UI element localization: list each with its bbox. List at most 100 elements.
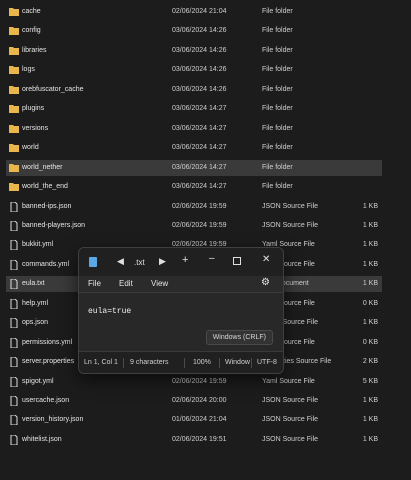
file-row[interactable]: plugins 03/06/2024 14:27 File folder — [6, 101, 382, 117]
file-date: 02/06/2024 19:59 — [172, 202, 227, 210]
text-editor-area[interactable]: eula=true Windows (CRLF) — [79, 292, 283, 353]
file-icon — [9, 201, 19, 212]
notepad-statusbar: Ln 1, Col 1 9 characters 100% Window UTF… — [79, 351, 283, 373]
file-date: 02/06/2024 19:59 — [172, 221, 227, 229]
file-date: 02/06/2024 19:51 — [172, 435, 227, 443]
file-icon — [9, 239, 19, 251]
file-size: 1 KB — [362, 416, 378, 424]
file-name: versions — [22, 124, 49, 132]
file-size: 1 KB — [362, 280, 378, 288]
new-tab-plus-icon[interactable]: + — [182, 254, 188, 266]
maximize-icon[interactable] — [233, 257, 241, 265]
file-row[interactable]: banned-players.json 02/06/2024 19:59 JSON … — [6, 218, 382, 234]
file-row[interactable]: world_nether 03/06/2024 14:27 File folder — [6, 159, 382, 176]
file-icon — [9, 395, 19, 407]
file-name: usercache.json — [22, 397, 70, 404]
file-size: 1 KB — [362, 260, 378, 268]
file-row[interactable]: libraries 03/06/2024 14:26 File folder — [6, 43, 382, 59]
file-date: 03/06/2024 14:26 — [172, 46, 227, 54]
file-type: File folder — [262, 46, 293, 54]
file-row[interactable]: logs 03/06/2024 14:26 File folder — [6, 62, 382, 78]
file-type: File folder — [262, 8, 293, 15]
status-position[interactable]: Ln 1, Col 1 — [84, 359, 118, 366]
file-icon — [9, 356, 19, 368]
file-name: ops.json — [22, 319, 49, 327]
file-row[interactable]: usercache.json 02/06/2024 20:00 JSON Sourc… — [6, 393, 382, 409]
file-type: File folder — [262, 66, 293, 74]
file-name: permissions.yml — [22, 338, 73, 346]
folder-icon — [9, 65, 19, 75]
file-row[interactable]: cache 02/06/2024 21:04 File folder — [6, 4, 382, 20]
file-icon — [9, 376, 19, 388]
file-name: world_the_end — [22, 183, 68, 191]
file-type: JSON Source File — [262, 416, 319, 424]
file-type: File folder — [262, 183, 293, 191]
file-name: plugins — [22, 105, 45, 113]
status-zoom[interactable]: 100% — [193, 359, 211, 366]
file-icon — [9, 278, 19, 290]
file-name: banned-players.json — [22, 221, 86, 229]
file-icon — [9, 259, 19, 271]
file-row[interactable]: version_history.json 01/06/2024 21:04 JSON… — [6, 412, 382, 428]
file-type: File folder — [262, 27, 293, 35]
menu-view[interactable]: View — [151, 279, 168, 288]
file-name: logs — [22, 66, 35, 74]
file-size: 1 KB — [362, 319, 378, 327]
file-row[interactable]: whitelist.json 02/06/2024 19:51 JSON Sourc… — [6, 432, 382, 448]
minimize-icon[interactable]: – — [209, 253, 215, 264]
file-type: File folder — [262, 163, 293, 171]
folder-icon — [9, 143, 19, 153]
file-date: 02/06/2024 19:59 — [172, 377, 227, 385]
line-ending-tooltip: Windows (CRLF) — [205, 330, 273, 345]
file-name: world — [22, 144, 39, 152]
file-size: 1 KB — [362, 241, 378, 249]
file-row[interactable]: spigot.yml 02/06/2024 19:59 Yaml Source Fi… — [6, 374, 382, 390]
editor-content[interactable]: eula=true — [88, 307, 131, 316]
file-icon — [9, 434, 19, 446]
tab-back-arrow-icon[interactable]: ◀ — [117, 256, 124, 267]
file-row[interactable]: versions 03/06/2024 14:27 File folder — [6, 121, 382, 137]
file-row[interactable]: banned-ips.json 02/06/2024 19:59 JSON Sour… — [6, 199, 382, 215]
file-row[interactable]: world_the_end 03/06/2024 14:27 File folder — [6, 179, 382, 195]
file-date: 03/06/2024 14:27 — [172, 144, 227, 152]
close-icon[interactable]: ✕ — [262, 254, 270, 265]
file-size: 1 KB — [362, 221, 378, 229]
file-row[interactable]: orebfuscator_cache 03/06/2024 14:26 File f… — [6, 82, 382, 98]
notepad-app-icon — [89, 257, 97, 267]
file-name: config — [22, 27, 41, 35]
menu-edit[interactable]: Edit — [119, 279, 133, 288]
file-row[interactable]: config 03/06/2024 14:26 File folder — [6, 23, 382, 39]
file-size: 1 KB — [362, 435, 378, 443]
file-name: server.properties — [22, 358, 75, 366]
file-name: help.yml — [22, 299, 49, 307]
file-date: 02/06/2024 20:00 — [172, 397, 227, 404]
file-icon — [9, 220, 19, 232]
file-size: 0 KB — [362, 299, 378, 307]
notepad-menubar: File Edit View ⚙ — [79, 276, 283, 292]
file-date: 02/06/2024 21:04 — [172, 8, 227, 15]
file-name: libraries — [22, 46, 47, 54]
status-char-count: 9 characters — [130, 359, 169, 366]
file-icon — [9, 298, 19, 310]
file-size: 5 KB — [362, 377, 378, 385]
file-name: commands.yml — [22, 260, 70, 268]
file-name: cache — [22, 8, 41, 15]
folder-icon — [9, 7, 19, 16]
tab-title[interactable]: .txt — [134, 258, 145, 267]
folder-icon — [9, 124, 19, 133]
file-date: 03/06/2024 14:26 — [172, 27, 227, 35]
status-encoding[interactable]: UTF-8 — [257, 359, 277, 366]
file-row[interactable]: world 03/06/2024 14:27 File folder — [6, 140, 382, 156]
folder-icon — [9, 182, 19, 192]
menu-file[interactable]: File — [88, 279, 101, 288]
status-line-ending[interactable]: Window — [225, 359, 250, 366]
file-date: 03/06/2024 14:27 — [172, 183, 227, 191]
file-date: 03/06/2024 14:27 — [172, 105, 227, 113]
file-name: version_history.json — [22, 416, 84, 424]
tab-forward-arrow-icon[interactable]: ▶ — [159, 256, 166, 267]
folder-icon — [9, 46, 19, 55]
settings-gear-icon[interactable]: ⚙ — [261, 277, 270, 288]
file-size: 0 KB — [362, 338, 378, 346]
notepad-titlebar[interactable]: ◀ .txt ▶ + – ✕ — [79, 248, 283, 276]
file-name: bukkit.yml — [22, 241, 54, 249]
